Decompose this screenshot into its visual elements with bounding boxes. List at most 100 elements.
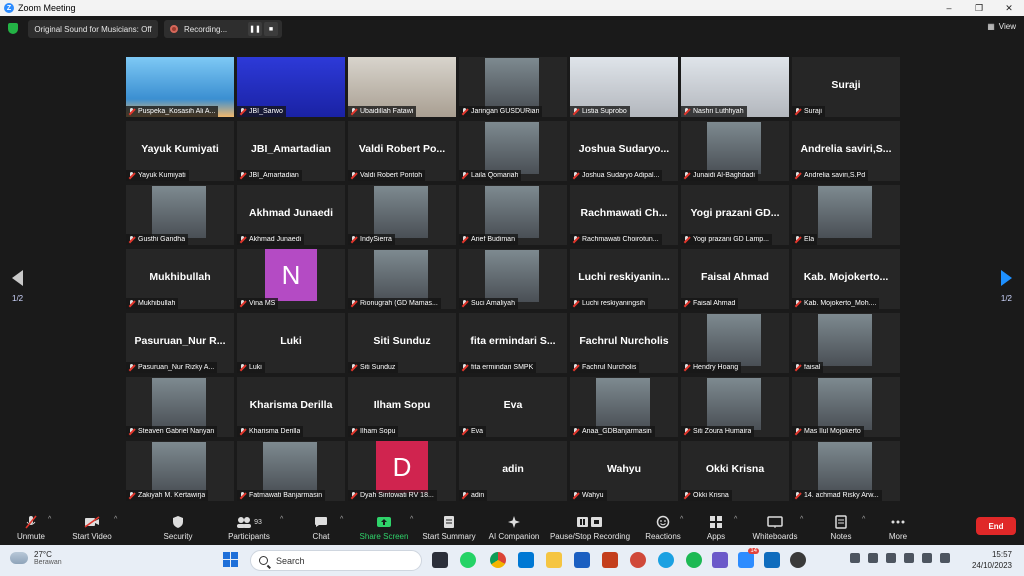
edge-icon[interactable] (658, 552, 674, 568)
onedrive-icon[interactable] (868, 553, 878, 563)
view-button[interactable]: ▦ View (987, 22, 1016, 31)
notes-button[interactable]: Notes (826, 514, 856, 541)
app-red-icon[interactable] (602, 552, 618, 568)
whatsapp-icon[interactable] (460, 552, 476, 568)
participant-tile[interactable]: JBI_Amartadian JBI_Amartadian (237, 121, 345, 181)
participant-tile[interactable]: Gusthi Gandha (126, 185, 234, 245)
participant-tile[interactable]: Luki Luki (237, 313, 345, 373)
original-sound-button[interactable]: Original Sound for Musicians: Off (28, 20, 158, 38)
participant-tile[interactable]: Listia Suprobo (570, 57, 678, 117)
participant-tile[interactable]: Laila Qomariah (459, 121, 567, 181)
participant-tile[interactable]: Faisal Ahmad Faisal Ahmad (681, 249, 789, 309)
previous-page-button[interactable]: 1/2 (12, 270, 23, 303)
volume-icon[interactable] (922, 553, 932, 563)
participant-tile[interactable]: Luchi reskiyanin... Luchi reskiyaningsih (570, 249, 678, 309)
participant-tile[interactable]: Ilham Sopu Ilham Sopu (348, 377, 456, 437)
participant-tile[interactable]: IndySierra (348, 185, 456, 245)
participant-tile[interactable]: Siti Zoura Humaira (681, 377, 789, 437)
participant-tile[interactable]: N Vina MS (237, 249, 345, 309)
participant-tile[interactable]: Kab. Mojokerto... Kab. Mojokerto_Moh.... (792, 249, 900, 309)
participant-tile[interactable]: Fatmawati Banjarmasin (237, 441, 345, 501)
weather-widget[interactable]: 27°C Berawan (10, 550, 62, 566)
participant-tile[interactable]: Zakiyah M. Kertawirja (126, 441, 234, 501)
participant-tile[interactable]: D Dyah Sintowati RV 18... (348, 441, 456, 501)
participant-tile[interactable]: Arief Budiman (459, 185, 567, 245)
participant-tile[interactable]: Rachmawati Ch... Rachmawati Choirotun... (570, 185, 678, 245)
stop-recording-icon[interactable]: ■ (264, 22, 278, 36)
apps-button[interactable]: Apps (702, 514, 730, 541)
participants-button[interactable]: 93 Participants (226, 514, 272, 541)
reactions-caret-icon[interactable]: ^ (680, 516, 683, 523)
participant-tile[interactable]: Ela (792, 185, 900, 245)
participant-tile[interactable]: Anaa_GDBanjarmasin (570, 377, 678, 437)
pause-recording-icon[interactable]: ❚❚ (248, 22, 262, 36)
participant-tile[interactable]: Ubaidillah Fatawi (348, 57, 456, 117)
outlook-icon[interactable] (764, 552, 780, 568)
battery-icon[interactable] (940, 553, 950, 563)
participant-tile[interactable]: Yogi prazani GD... Yogi prazani GD Lamp..… (681, 185, 789, 245)
chat-button[interactable]: Chat (306, 514, 336, 541)
participant-tile[interactable]: Kharisma Derilla Kharisma Derilla (237, 377, 345, 437)
participant-tile[interactable]: JBI_Sarwo (237, 57, 345, 117)
reactions-button[interactable]: Reactions (644, 514, 682, 541)
participant-tile[interactable]: Rionugrah (GD Mamas... (348, 249, 456, 309)
participant-tile[interactable]: Valdi Robert Po... Valdi Robert Pontoh (348, 121, 456, 181)
whiteboards-button[interactable]: Whiteboards (750, 514, 800, 541)
app-purple-icon[interactable] (712, 552, 728, 568)
share-screen-button[interactable]: Share Screen (358, 514, 410, 541)
more-button[interactable]: More (884, 514, 912, 541)
participant-tile[interactable]: faisal (792, 313, 900, 373)
word-icon[interactable] (574, 552, 590, 568)
file-explorer-icon[interactable] (546, 552, 562, 568)
participant-tile[interactable]: Yayuk Kumiyati Yayuk Kumiyati (126, 121, 234, 181)
unmute-button[interactable]: Unmute (14, 514, 48, 541)
security-shield-icon[interactable] (8, 23, 18, 34)
pause-stop-recording-button[interactable]: Pause/Stop Recording (548, 514, 632, 541)
apps-caret-icon[interactable]: ^ (734, 516, 737, 523)
participant-tile[interactable]: Andrelia saviri,S... Andrelia saviri,S.Pd (792, 121, 900, 181)
participant-tile[interactable]: adin adin (459, 441, 567, 501)
participant-tile[interactable]: Fachrul Nurcholis Fachrul Nurcholis (570, 313, 678, 373)
windows-start-icon[interactable] (223, 552, 239, 568)
powerpoint-icon[interactable] (630, 552, 646, 568)
participant-tile[interactable]: Mas Ilul Mojokerto (792, 377, 900, 437)
participant-tile[interactable]: 14. achmad Risky Arw... (792, 441, 900, 501)
participant-tile[interactable]: Eva Eva (459, 377, 567, 437)
participant-tile[interactable]: Puspeka_Kosasih Ali A... (126, 57, 234, 117)
minimize-button[interactable]: – (934, 0, 964, 16)
participant-tile[interactable]: Jaringan GUSDURian (459, 57, 567, 117)
participant-tile[interactable]: Wahyu Wahyu (570, 441, 678, 501)
participant-tile[interactable]: Suraji Suraji (792, 57, 900, 117)
wifi-icon[interactable] (904, 553, 914, 563)
spotify-icon[interactable] (686, 552, 702, 568)
next-page-button[interactable]: 1/2 (1001, 270, 1012, 303)
participant-tile[interactable]: Hendry Hoang (681, 313, 789, 373)
security-button[interactable]: Security (160, 514, 196, 541)
clock[interactable]: 15:57 24/10/2023 (972, 549, 1012, 571)
end-meeting-button[interactable]: End (976, 517, 1016, 535)
participant-tile[interactable]: Pasuruan_Nur R... Pasuruan_Nur Rizky A... (126, 313, 234, 373)
media-player-icon[interactable] (790, 552, 806, 568)
participant-tile[interactable]: fita ermindari S... fita ermindari SMPK (459, 313, 567, 373)
share-caret-icon[interactable]: ^ (410, 516, 413, 523)
audio-options-caret-icon[interactable]: ^ (48, 516, 51, 523)
video-options-caret-icon[interactable]: ^ (114, 516, 117, 523)
settings-app-icon[interactable] (518, 552, 534, 568)
whiteboards-caret-icon[interactable]: ^ (800, 516, 803, 523)
maximize-button[interactable]: ❐ (964, 0, 994, 16)
start-summary-button[interactable]: Start Summary (420, 514, 478, 541)
participant-tile[interactable]: Okki Krisna Okki Krisna (681, 441, 789, 501)
start-video-button[interactable]: Start Video (70, 514, 114, 541)
language-icon[interactable] (886, 553, 896, 563)
participant-tile[interactable]: Junaidi Al-Baghdadi (681, 121, 789, 181)
notes-caret-icon[interactable]: ^ (862, 516, 865, 523)
chrome-icon[interactable] (490, 552, 506, 568)
participant-tile[interactable]: Steaven Gabriel Nanyan (126, 377, 234, 437)
ai-companion-button[interactable]: AI Companion (486, 514, 542, 541)
participant-tile[interactable]: Siti Sunduz Siti Sunduz (348, 313, 456, 373)
participant-tile[interactable]: Joshua Sudaryo... Joshua Sudaryo Adipal..… (570, 121, 678, 181)
zoom-taskbar-icon[interactable]: 14 (738, 548, 759, 568)
participant-tile[interactable]: Suci Amaliyah (459, 249, 567, 309)
participant-tile[interactable]: Mukhibullah Mukhibullah (126, 249, 234, 309)
participants-caret-icon[interactable]: ^ (280, 516, 283, 523)
